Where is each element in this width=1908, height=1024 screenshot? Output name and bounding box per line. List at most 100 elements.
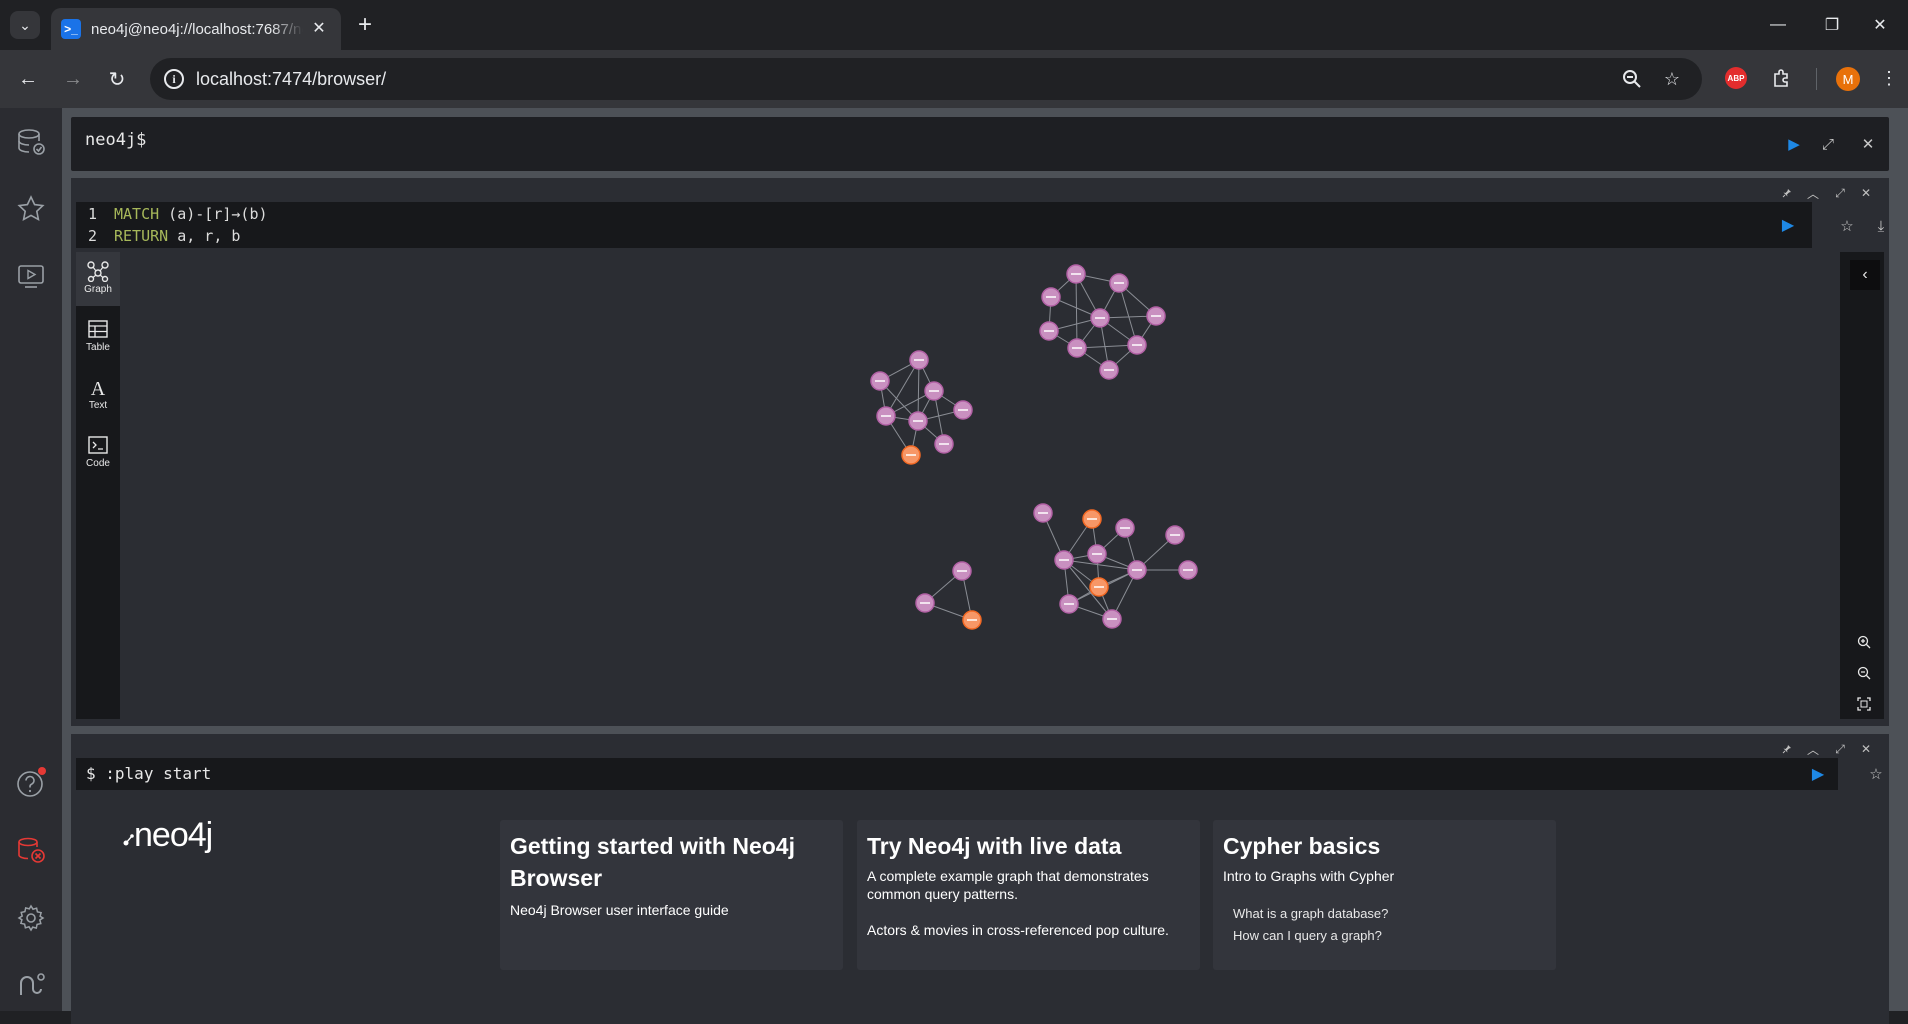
live-data-card[interactable]: Try Neo4j with live data A complete exam… bbox=[857, 820, 1200, 970]
text-icon: A bbox=[91, 378, 106, 398]
pin-frame-icon[interactable] bbox=[1778, 184, 1796, 202]
query-code-box[interactable]: 1 MATCH (a)-[r]→(b) 2 RETURN a, r, b ▶ bbox=[76, 202, 1812, 248]
logo-text: neo4j bbox=[134, 816, 213, 854]
fullscreen-editor-icon[interactable]: ⤢ bbox=[1817, 133, 1839, 155]
save-favorite-icon[interactable]: ☆ bbox=[1836, 215, 1858, 237]
tab-close-icon[interactable]: ✕ bbox=[309, 18, 329, 38]
graph-node-caption bbox=[1132, 569, 1142, 571]
card-title: Try Neo4j with live data bbox=[867, 833, 1122, 859]
browser-menu-icon[interactable]: ⋮ bbox=[1880, 66, 1898, 90]
cypher-basics-card[interactable]: Cypher basics Intro to Graphs with Cyphe… bbox=[1213, 820, 1556, 970]
forward-button[interactable]: → bbox=[59, 65, 87, 93]
pin-frame-icon[interactable] bbox=[1778, 740, 1796, 758]
graph-node-caption bbox=[1044, 330, 1054, 332]
toolbar-separator bbox=[1816, 68, 1817, 90]
query-editor[interactable]: neo4j$ ▶ ⤢ ✕ bbox=[71, 117, 1889, 171]
graph-node-caption bbox=[929, 390, 939, 392]
graph-visualization[interactable] bbox=[120, 252, 1840, 719]
editor-prompt: neo4j$ bbox=[85, 130, 147, 150]
graph-node-caption bbox=[920, 602, 930, 604]
graph-node-caption bbox=[1038, 512, 1048, 514]
address-bar[interactable]: i localhost:7474/browser/ ☆ bbox=[150, 58, 1702, 100]
restore-button[interactable]: ❐ bbox=[1818, 12, 1846, 38]
tab-title: neo4j@neo4j://localhost:7687/neo4j - Neo… bbox=[91, 21, 303, 38]
rerun-play-button[interactable]: ▶ bbox=[1807, 763, 1829, 785]
graph-node-caption bbox=[957, 570, 967, 572]
play-start-frame: ︿ ⤢ ✕ $ :play start ▶ ☆ neo4j Getting st… bbox=[71, 734, 1889, 1024]
graph-node-caption bbox=[1092, 553, 1102, 555]
view-mode-tabs: Graph Table A Text Code bbox=[76, 252, 120, 719]
line-number: 1 bbox=[88, 205, 98, 223]
new-tab-button[interactable]: + bbox=[352, 13, 378, 39]
tab-code[interactable]: Code bbox=[76, 426, 120, 480]
back-button[interactable]: ← bbox=[14, 65, 42, 93]
database-icon[interactable] bbox=[11, 122, 51, 162]
tab-strip: ⌄ >_ neo4j@neo4j://localhost:7687/neo4j … bbox=[0, 0, 1908, 50]
guides-play-icon[interactable] bbox=[11, 256, 51, 296]
graph-side-panel: ‹ bbox=[1840, 252, 1884, 719]
fullscreen-frame-icon[interactable]: ⤢ bbox=[1831, 740, 1849, 758]
graph-node-caption bbox=[1107, 618, 1117, 620]
graph-node-caption bbox=[1064, 603, 1074, 605]
close-frame-icon[interactable]: ✕ bbox=[1857, 740, 1875, 758]
graph-relationship[interactable] bbox=[1075, 273, 1078, 349]
card-description-2: Actors & movies in cross-referenced pop … bbox=[867, 922, 1169, 938]
play-command-box[interactable]: $ :play start ▶ bbox=[76, 758, 1838, 790]
tab-text[interactable]: A Text bbox=[76, 368, 120, 422]
tab-table[interactable]: Table bbox=[76, 310, 120, 364]
svg-text:A: A bbox=[91, 378, 106, 398]
tab-label: Graph bbox=[84, 284, 112, 295]
site-info-icon[interactable]: i bbox=[164, 69, 184, 89]
save-favorite-icon[interactable]: ☆ bbox=[1865, 763, 1887, 785]
tab-label: Code bbox=[86, 458, 110, 469]
graph-node-caption bbox=[939, 443, 949, 445]
card-link-graph-db[interactable]: What is a graph database? bbox=[1233, 906, 1388, 921]
tab-search-button[interactable]: ⌄ bbox=[10, 11, 40, 39]
adblock-extension-icon[interactable]: ABP bbox=[1725, 67, 1747, 89]
window-close-button[interactable]: ✕ bbox=[1866, 12, 1894, 38]
neo4j-logo: neo4j bbox=[123, 816, 213, 855]
left-sidebar bbox=[0, 108, 62, 1011]
close-frame-icon[interactable]: ✕ bbox=[1857, 184, 1875, 202]
zoom-out-icon[interactable] bbox=[1854, 663, 1874, 683]
play-command: $ :play start bbox=[86, 764, 211, 783]
export-download-icon[interactable]: ⤓ bbox=[1870, 215, 1892, 237]
graph-node-caption bbox=[914, 359, 924, 361]
rerun-query-button[interactable]: ▶ bbox=[1777, 214, 1799, 236]
run-query-button[interactable]: ▶ bbox=[1783, 133, 1805, 155]
settings-gear-icon[interactable] bbox=[11, 898, 51, 938]
connection-status-icon[interactable] bbox=[11, 830, 51, 870]
cypher-keyword: MATCH bbox=[114, 205, 160, 223]
fit-to-screen-icon[interactable] bbox=[1854, 694, 1874, 714]
getting-started-card[interactable]: Getting started with Neo4j Browser Neo4j… bbox=[500, 820, 843, 970]
graph-node-caption bbox=[1046, 296, 1056, 298]
help-icon[interactable] bbox=[11, 763, 51, 803]
zoom-icon[interactable] bbox=[1620, 68, 1644, 90]
graph-node-caption bbox=[1104, 369, 1114, 371]
favorites-star-icon[interactable] bbox=[11, 189, 51, 229]
bookmark-star-icon[interactable]: ☆ bbox=[1660, 68, 1684, 90]
graph-icon bbox=[87, 261, 109, 282]
extensions-icon[interactable] bbox=[1770, 66, 1794, 90]
graph-canvas[interactable] bbox=[120, 252, 1840, 719]
card-description: Intro to Graphs with Cypher bbox=[1223, 868, 1395, 884]
collapse-frame-icon[interactable]: ︿ bbox=[1804, 740, 1822, 758]
minimize-button[interactable]: — bbox=[1764, 12, 1792, 38]
clear-editor-icon[interactable]: ✕ bbox=[1857, 133, 1879, 155]
about-neo4j-icon[interactable] bbox=[11, 964, 51, 1004]
graph-node-caption bbox=[1151, 315, 1161, 317]
expand-inspector-button[interactable]: ‹ bbox=[1850, 260, 1880, 290]
browser-tab[interactable]: >_ neo4j@neo4j://localhost:7687/neo4j - … bbox=[51, 8, 341, 50]
code-terminal-icon bbox=[88, 436, 108, 454]
profile-avatar[interactable]: M bbox=[1836, 67, 1860, 91]
graph-node-caption bbox=[1087, 518, 1097, 520]
tab-graph[interactable]: Graph bbox=[76, 252, 120, 306]
prompt-symbol: $ bbox=[86, 764, 96, 783]
card-link-query-graph[interactable]: How can I query a graph? bbox=[1233, 928, 1382, 943]
zoom-in-icon[interactable] bbox=[1854, 632, 1874, 652]
collapse-frame-icon[interactable]: ︿ bbox=[1804, 184, 1822, 202]
fullscreen-frame-icon[interactable]: ⤢ bbox=[1831, 184, 1849, 202]
reload-button[interactable]: ↻ bbox=[103, 65, 131, 93]
graph-node-caption bbox=[1132, 344, 1142, 346]
url-text[interactable]: localhost:7474/browser/ bbox=[196, 69, 386, 90]
